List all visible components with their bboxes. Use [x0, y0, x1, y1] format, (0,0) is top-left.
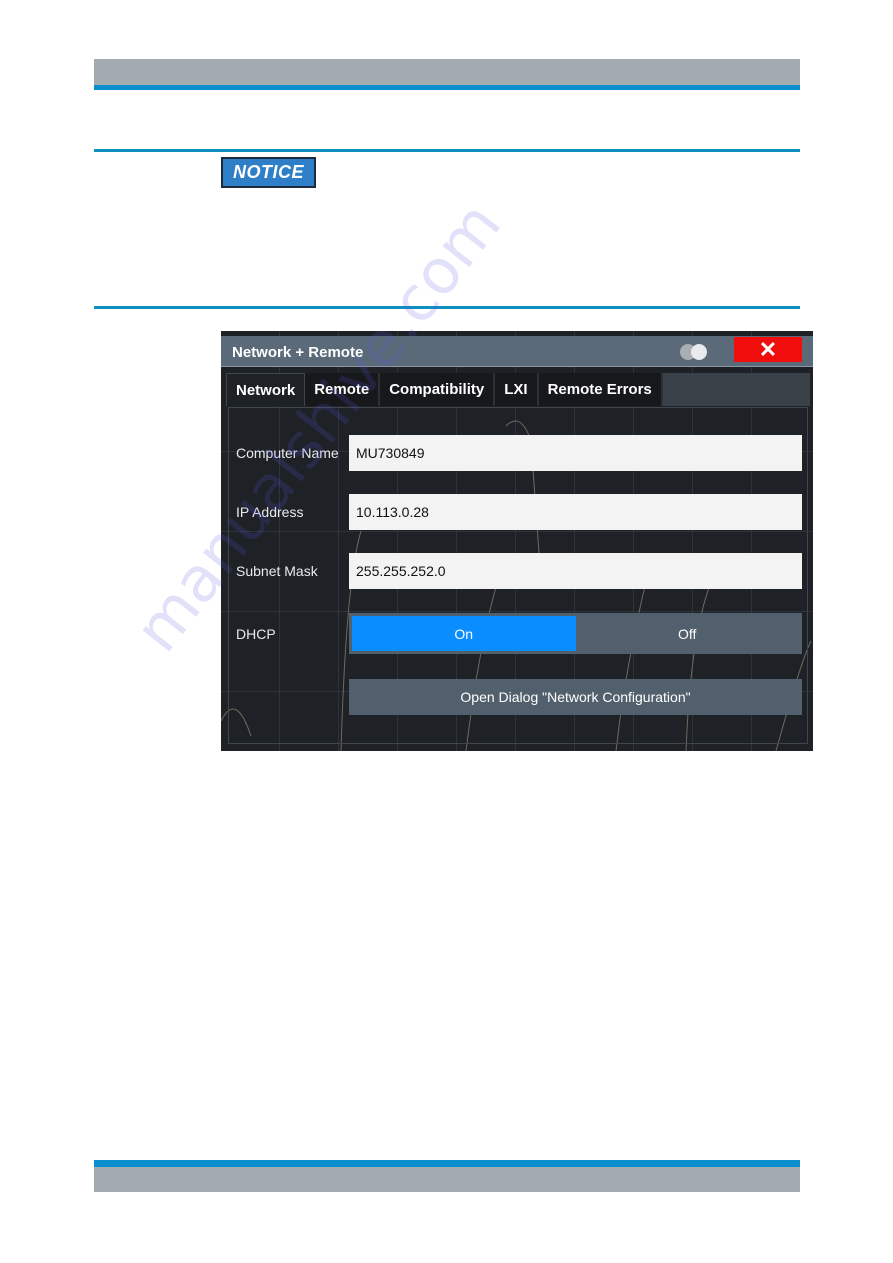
computer-name-label: Computer Name — [236, 445, 339, 461]
dialog-title-bar: Network + Remote ✕ — [221, 336, 813, 367]
ip-address-field[interactable] — [349, 494, 802, 530]
dhcp-label: DHCP — [236, 626, 276, 642]
tab-remote-errors[interactable]: Remote Errors — [538, 373, 663, 406]
close-button[interactable]: ✕ — [734, 337, 802, 362]
toggle-knob-front — [691, 344, 707, 360]
tab-lxi[interactable]: LXI — [495, 373, 539, 406]
close-icon: ✕ — [758, 336, 778, 362]
page-footer-bar — [94, 1167, 800, 1192]
subnet-mask-label: Subnet Mask — [236, 563, 318, 579]
computer-name-field[interactable] — [349, 435, 802, 471]
page-header-bar — [94, 59, 800, 85]
network-remote-dialog: Network + Remote ✕ Network Remote Compat… — [221, 331, 813, 751]
tab-compatibility[interactable]: Compatibility — [380, 373, 496, 406]
subnet-mask-field[interactable] — [349, 553, 802, 589]
dialog-title: Network + Remote — [232, 344, 364, 361]
dhcp-toggle-group: On Off — [349, 613, 802, 654]
open-network-configuration-button[interactable]: Open Dialog "Network Configuration" — [349, 679, 802, 715]
dhcp-off-button[interactable]: Off — [576, 616, 800, 651]
page-header-rule — [94, 85, 800, 90]
notice-bottom-rule — [94, 306, 800, 309]
dhcp-on-button[interactable]: On — [352, 616, 576, 651]
tab-network[interactable]: Network — [226, 373, 306, 406]
theme-toggle-icon[interactable] — [680, 344, 710, 360]
ip-address-label: IP Address — [236, 504, 304, 520]
notice-badge: NOTICE — [221, 157, 316, 188]
page-footer-rule — [94, 1160, 800, 1167]
tab-remote[interactable]: Remote — [305, 373, 381, 406]
dialog-tabs: Network Remote Compatibility LXI Remote … — [226, 373, 810, 406]
notice-top-rule — [94, 149, 800, 152]
tab-bar-filler — [662, 373, 810, 406]
